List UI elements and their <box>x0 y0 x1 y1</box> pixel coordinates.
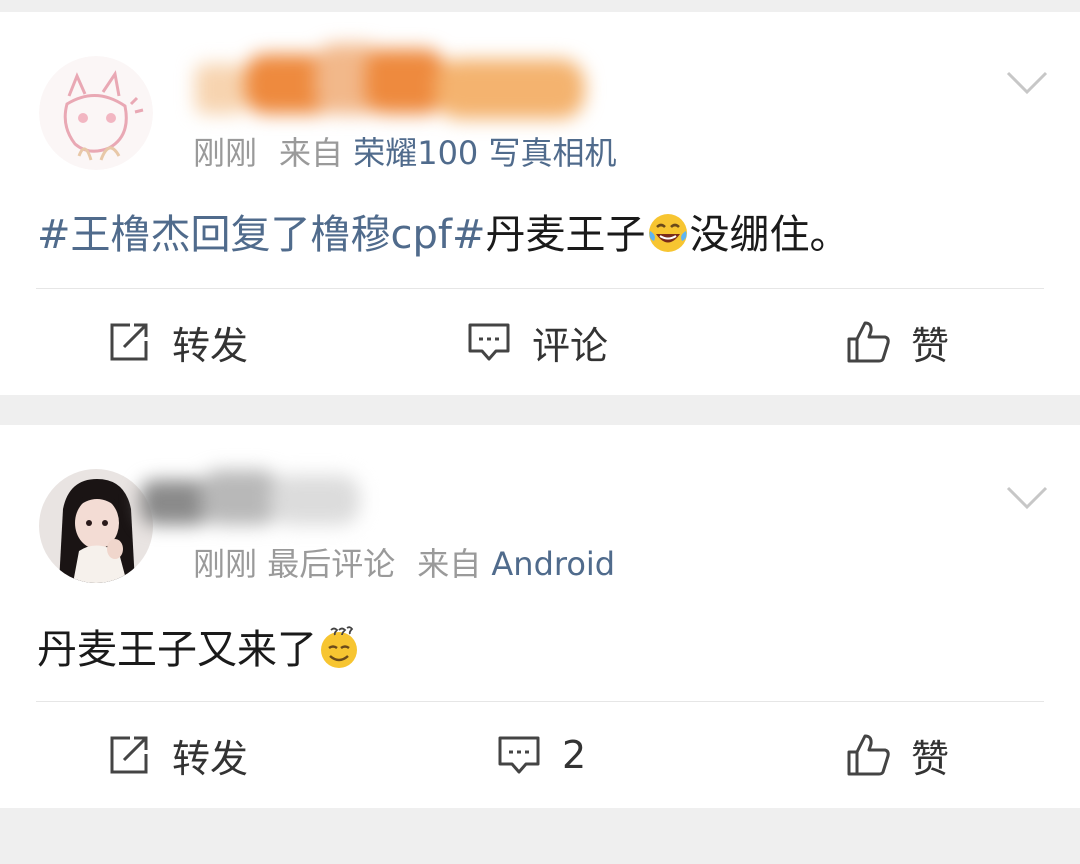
hashtag-link[interactable]: #王橹杰回复了橹穆cpf# <box>37 212 486 258</box>
like-button[interactable]: 赞 <box>845 730 950 781</box>
post-card: 刚刚 来自 荣耀100 写真相机 #王橹杰回复了橹穆cpf#丹麦王子 没绷住。 转… <box>0 12 1080 395</box>
post-meta: 刚刚 来自 荣耀100 写真相机 <box>193 128 616 174</box>
source-prefix: 来自 <box>417 545 482 583</box>
action-bar: 转发 评论 赞 <box>0 289 1080 395</box>
comment-icon <box>498 736 540 774</box>
share-icon <box>110 323 148 361</box>
username-redacted <box>130 455 370 535</box>
comment-label: 评论 <box>532 323 609 368</box>
post-text: 丹麦王子 <box>485 212 646 258</box>
post-time: 刚刚 <box>193 545 258 583</box>
chevron-down-icon[interactable] <box>1005 68 1049 98</box>
like-label: 赞 <box>911 736 950 781</box>
post-text-end: 没绷住。 <box>689 212 850 258</box>
chevron-down-icon[interactable] <box>1005 483 1049 513</box>
comment-button[interactable]: 评论 <box>466 317 609 368</box>
share-icon <box>110 736 148 774</box>
comment-count: 2 <box>562 733 587 777</box>
weibo-feed: 刚刚 来自 荣耀100 写真相机 #王橹杰回复了橹穆cpf#丹麦王子 没绷住。 转… <box>0 0 1080 864</box>
post-time: 刚刚 <box>193 134 258 172</box>
thumbs-up-icon <box>847 734 890 776</box>
repost-label: 转发 <box>172 736 249 781</box>
action-bar: 转发 2 赞 <box>0 702 1080 808</box>
comment-button[interactable]: 2 <box>496 730 586 780</box>
post-text: 丹麦王子又来了 <box>37 627 317 673</box>
repost-button[interactable]: 转发 <box>106 730 249 781</box>
post-source[interactable]: 荣耀100 写真相机 <box>353 134 616 172</box>
post-meta: 刚刚 最后评论 来自 Android <box>193 539 615 585</box>
dizzy-face-emoji-icon <box>321 626 357 668</box>
comment-icon <box>468 323 510 361</box>
post-status: 最后评论 <box>267 545 396 583</box>
repost-label: 转发 <box>172 323 249 368</box>
thumbs-up-icon <box>847 321 890 363</box>
post-content: #王橹杰回复了橹穆cpf#丹麦王子 没绷住。 <box>37 202 850 260</box>
post-content: 丹麦王子又来了 <box>37 617 361 675</box>
post-card: 刚刚 最后评论 来自 Android 丹麦王子又来了 转发 2 赞 <box>0 425 1080 808</box>
laughing-tears-emoji-icon <box>648 214 687 252</box>
source-prefix: 来自 <box>279 134 344 172</box>
repost-button[interactable]: 转发 <box>106 317 249 368</box>
avatar[interactable] <box>39 56 153 170</box>
like-button[interactable]: 赞 <box>845 317 950 368</box>
post-source[interactable]: Android <box>491 545 615 583</box>
like-label: 赞 <box>911 323 950 368</box>
username-redacted <box>195 34 595 124</box>
